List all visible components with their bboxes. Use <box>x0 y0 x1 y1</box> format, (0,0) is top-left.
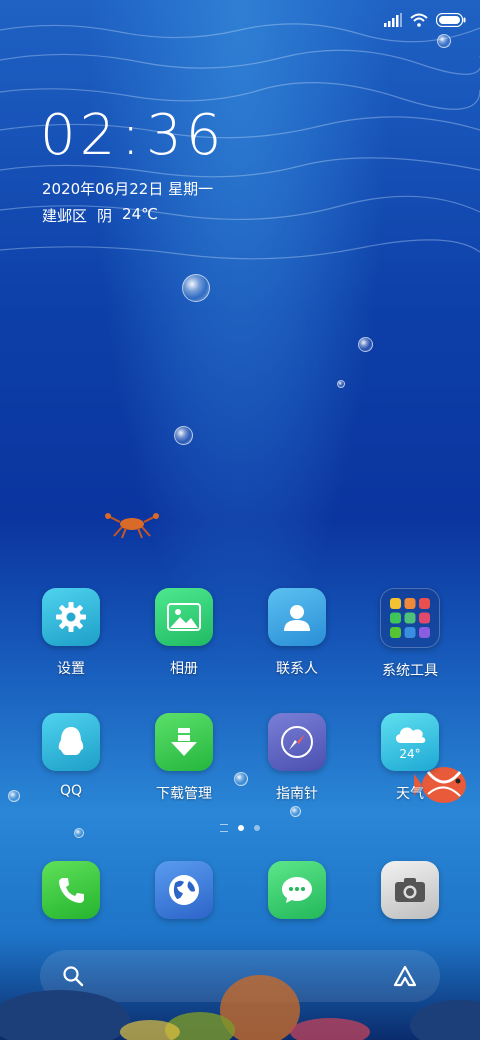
message-icon <box>268 861 326 919</box>
folder-icon <box>380 588 440 648</box>
app-label: 下载管理 <box>156 786 212 802</box>
app-gallery[interactable]: 相册 <box>128 588 240 678</box>
page-dot <box>254 825 260 831</box>
gear-icon <box>42 588 100 646</box>
bubble-decoration <box>337 380 345 388</box>
page-indicator-menu-icon <box>220 824 228 832</box>
app-label: 设置 <box>57 661 85 677</box>
page-indicator[interactable] <box>0 824 480 832</box>
crab-decoration <box>105 513 159 539</box>
browser-icon <box>155 861 213 919</box>
app-downloads[interactable]: 下载管理 <box>128 713 240 803</box>
photo-icon <box>155 588 213 646</box>
clock-minutes: 36 <box>146 103 226 168</box>
qq-icon <box>42 713 100 771</box>
weather-summary[interactable]: 建邺区 阴 24℃ <box>42 205 158 226</box>
clock-time[interactable]: 02:36 <box>40 104 225 168</box>
clock-hours: 02 <box>40 103 120 168</box>
app-qq[interactable]: QQ <box>15 713 127 799</box>
contact-icon <box>268 588 326 646</box>
compass-icon <box>268 713 326 771</box>
bubble-decoration <box>358 337 373 352</box>
coral-reef-decoration <box>0 975 480 1040</box>
bubble-decoration <box>174 426 193 445</box>
app-label: 相册 <box>170 661 198 677</box>
app-settings[interactable]: 设置 <box>15 588 127 678</box>
weather-icon: 24° <box>381 713 439 771</box>
dock-camera[interactable] <box>354 861 466 919</box>
dock-messages[interactable] <box>241 861 353 919</box>
signal-icon <box>384 13 402 27</box>
battery-icon <box>436 13 466 27</box>
page-dot-active <box>238 825 244 831</box>
app-label: QQ <box>59 783 83 799</box>
bubble-decoration <box>437 34 451 48</box>
bubble-decoration <box>182 274 210 302</box>
wifi-icon <box>410 13 428 27</box>
dock-phone[interactable] <box>15 861 127 919</box>
app-label: 指南针 <box>276 786 318 802</box>
date-text: 2020年06月22日 星期一 <box>42 180 214 198</box>
app-folder-system-tools[interactable]: 系统工具 <box>354 588 466 680</box>
camera-icon <box>381 861 439 919</box>
weather-temperature: 24℃ <box>122 205 158 223</box>
app-label: 联系人 <box>276 661 318 677</box>
clock-colon: : <box>121 103 145 168</box>
weather-badge-temperature: 24° <box>399 747 421 761</box>
app-label: 天气 <box>396 786 424 802</box>
status-bar <box>384 10 466 30</box>
bubble-decoration <box>290 806 301 817</box>
dock-browser[interactable] <box>128 861 240 919</box>
weather-condition: 阴 <box>97 207 113 225</box>
app-compass[interactable]: 指南针 <box>241 713 353 803</box>
app-label: 系统工具 <box>382 663 438 679</box>
weather-location: 建邺区 <box>42 207 88 225</box>
app-weather[interactable]: 24° 天气 <box>354 713 466 803</box>
phone-icon <box>42 861 100 919</box>
app-contacts[interactable]: 联系人 <box>241 588 353 678</box>
download-icon <box>155 713 213 771</box>
